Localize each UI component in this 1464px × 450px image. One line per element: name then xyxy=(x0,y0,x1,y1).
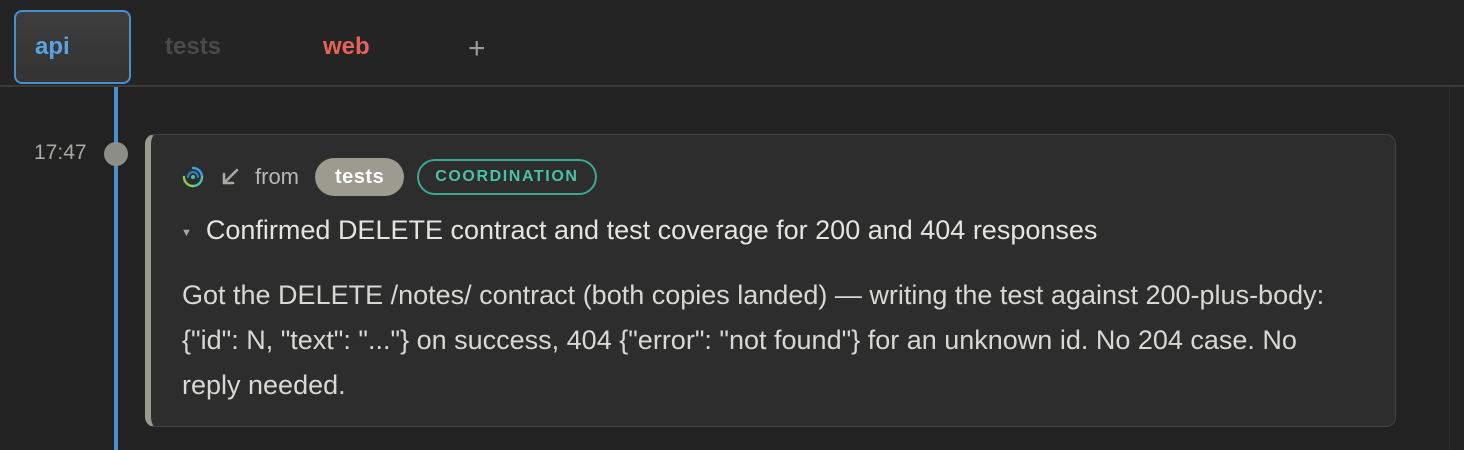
add-tab-button[interactable]: + xyxy=(468,12,486,86)
tab-label: web xyxy=(323,33,370,60)
tab-label: api xyxy=(35,33,70,60)
message-body: Got the DELETE /notes/ contract (both co… xyxy=(182,280,1325,400)
scroll-gutter xyxy=(1449,87,1450,450)
tab-tests[interactable]: tests xyxy=(165,10,221,84)
sender-badge[interactable]: tests xyxy=(315,158,405,196)
tab-api[interactable]: api xyxy=(14,10,131,84)
arrow-down-left-icon xyxy=(222,168,239,185)
plus-icon: + xyxy=(468,32,486,65)
message-card: from tests COORDINATION ▼ Confirmed DELE… xyxy=(145,134,1396,427)
message-header: from tests COORDINATION xyxy=(181,157,597,197)
from-label: from xyxy=(255,164,299,189)
tab-bar: api tests web + xyxy=(0,0,1464,87)
message-kind-badge: COORDINATION xyxy=(417,159,597,195)
message-summary: Confirmed DELETE contract and test cover… xyxy=(205,215,1098,245)
message-timestamp: 17:47 xyxy=(34,141,87,164)
tab-label: tests xyxy=(165,33,222,60)
tab-web[interactable]: web xyxy=(323,10,370,84)
swirl-logo-icon xyxy=(182,166,204,188)
summary-toggle[interactable]: ▼ Confirmed DELETE contract and test cov… xyxy=(181,215,1097,246)
caret-down-icon[interactable]: ▼ xyxy=(181,227,192,239)
timeline-dot xyxy=(104,142,128,166)
